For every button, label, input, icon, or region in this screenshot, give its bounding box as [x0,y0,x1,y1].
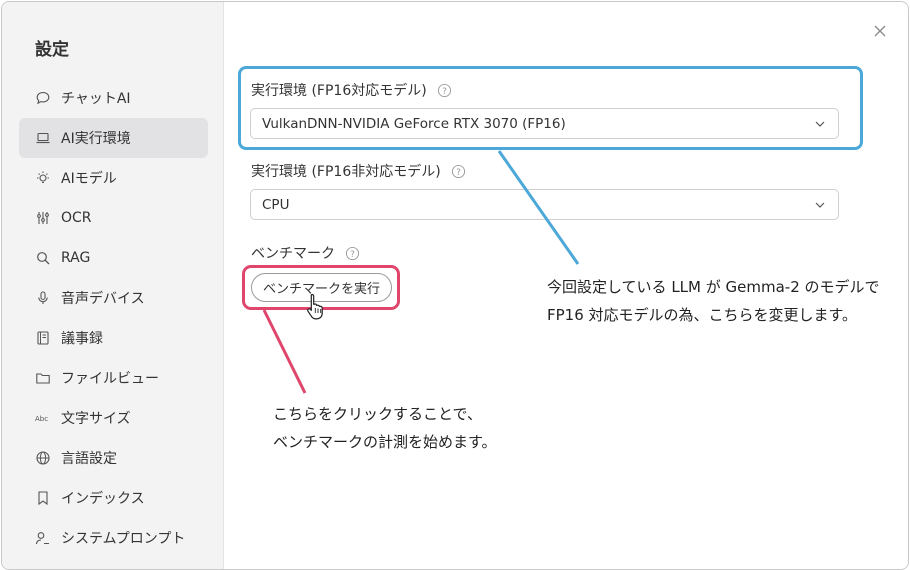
highlight-box-fp16 [238,66,863,150]
svg-text:?: ? [350,249,355,259]
sidebar-item-label: チャットAI [61,91,131,107]
globe-icon [35,450,51,466]
annotation-blue-line1: 今回設定している LLM が Gemma-2 のモデルで [547,278,880,296]
annotation-pink-note: こちらをクリックすることで、 ベンチマークの計測を始めます。 [273,400,497,456]
sliders-icon [35,210,51,226]
nonfp16-runtime-label-text: 実行環境 (FP16非対応モデル) [251,164,441,180]
sidebar-item-ai-runtime[interactable]: AI実行環境 [19,118,208,158]
sidebar-item-label: システムプロンプト [61,531,186,547]
benchmark-label-text: ベンチマーク [251,246,335,262]
sidebar-item-audio-device[interactable]: 音声デバイス [19,278,208,318]
help-icon[interactable]: ? [345,246,360,261]
sidebar-item-label: AI実行環境 [61,131,131,147]
sidebar-item-minutes[interactable]: 議事録 [19,318,208,358]
nonfp16-runtime-select[interactable]: CPU [250,189,839,220]
annotation-blue-note: 今回設定している LLM が Gemma-2 のモデルで FP16 対応モデルの… [547,273,880,329]
sidebar-title: 設定 [35,40,69,60]
search-icon [35,250,51,266]
sidebar-item-rag[interactable]: RAG [19,238,208,278]
svg-text:?: ? [456,167,461,177]
sidebar-item-system-prompt[interactable]: システムプロンプト [19,518,208,558]
sidebar-item-file-view[interactable]: ファイルビュー [19,358,208,398]
close-button[interactable] [871,22,889,40]
annotation-pink-line1: こちらをクリックすることで、 [273,405,482,423]
settings-dialog: 設定 チャットAI AI実行環境 AIモデル OCR RAG 音声デバイス 議事… [1,1,909,570]
sidebar-item-label: 文字サイズ [61,411,131,427]
sidebar-item-label: 音声デバイス [61,291,145,307]
lightbulb-icon [35,170,51,186]
sidebar: 設定 チャットAI AI実行環境 AIモデル OCR RAG 音声デバイス 議事… [2,2,224,569]
user-prompt-icon [35,530,51,546]
folder-icon [35,370,51,386]
annotation-pink-line2: ベンチマークの計測を始めます。 [273,433,497,451]
svg-text:Abc: Abc [35,415,48,423]
sidebar-item-ocr[interactable]: OCR [19,198,208,238]
chevron-down-icon [815,202,825,208]
sidebar-item-ai-model[interactable]: AIモデル [19,158,208,198]
microphone-icon [35,290,51,306]
benchmark-label: ベンチマーク ? [251,243,360,263]
bookmark-icon [35,490,51,506]
sidebar-nav: チャットAI AI実行環境 AIモデル OCR RAG 音声デバイス 議事録 フ… [19,78,208,558]
close-icon [874,25,886,37]
sidebar-item-chat-ai[interactable]: チャットAI [19,78,208,118]
sidebar-item-label: RAG [61,250,91,266]
sidebar-item-label: 議事録 [61,331,103,347]
notebook-icon [35,330,51,346]
sidebar-item-language[interactable]: 言語設定 [19,438,208,478]
sidebar-item-index[interactable]: インデックス [19,478,208,518]
sidebar-item-label: AIモデル [61,171,117,187]
sidebar-item-label: ファイルビュー [61,371,159,387]
help-icon[interactable]: ? [451,164,466,179]
sidebar-item-label: OCR [61,210,92,226]
laptop-icon [35,130,51,146]
sidebar-item-font-size[interactable]: Abc 文字サイズ [19,398,208,438]
sidebar-item-label: 言語設定 [61,451,117,467]
chat-bubble-icon [35,90,51,106]
sidebar-item-label: インデックス [61,491,145,507]
annotation-blue-line2: FP16 対応モデルの為、こちらを変更します。 [547,306,858,324]
nonfp16-runtime-label: 実行環境 (FP16非対応モデル) ? [251,161,466,181]
hand-cursor-icon [307,293,323,320]
text-size-icon: Abc [35,410,51,426]
pink-callout-line [262,309,307,394]
nonfp16-runtime-value: CPU [262,196,290,213]
